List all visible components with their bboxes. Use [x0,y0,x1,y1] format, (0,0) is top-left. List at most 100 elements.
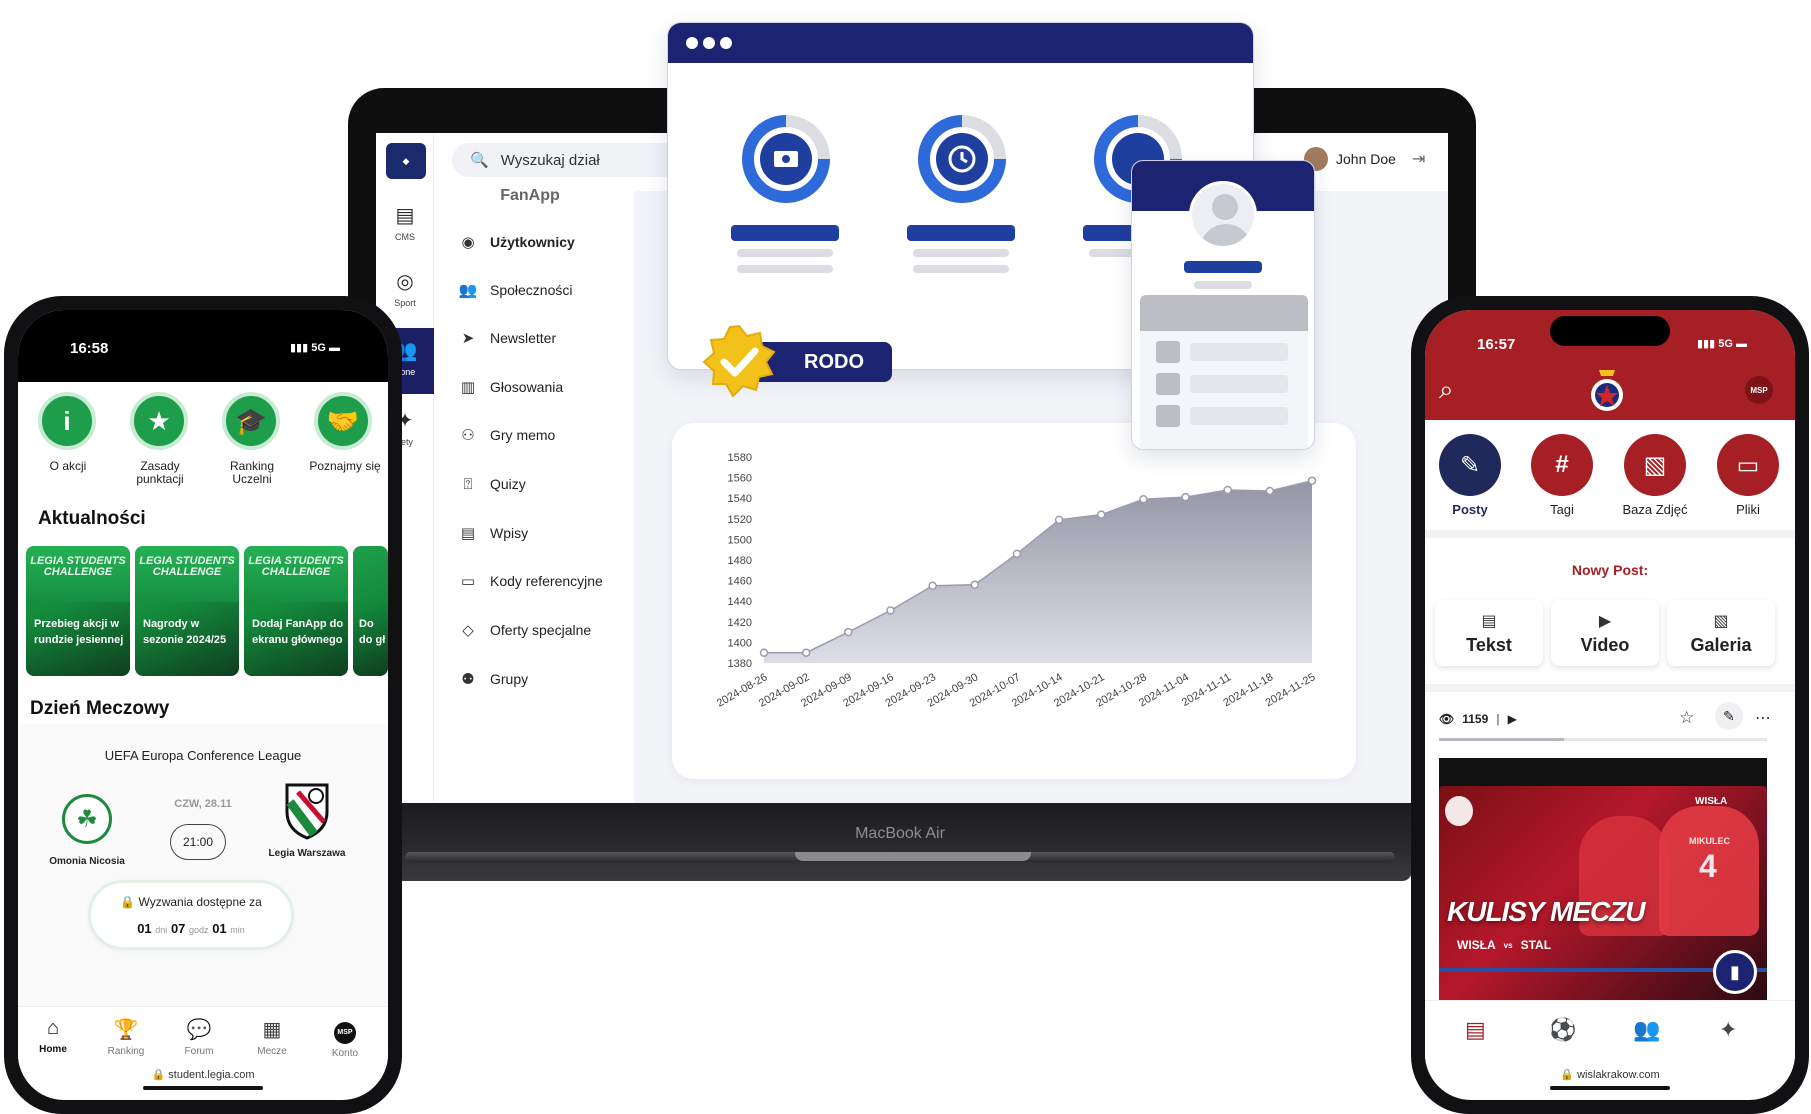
countdown-pill: 🔒 Wyzwania dostępne za 01 dni 07 godz 01… [88,880,294,950]
action-label: Zasady punktacji [136,459,184,486]
news-card[interactable]: LEGIA STUDENTS CHALLENGE Nagrody w sezon… [135,546,239,676]
football-icon[interactable]: ⚽ [1549,1017,1576,1043]
home-icon: ⌂ [46,1017,60,1039]
star-icon[interactable]: ★ [130,392,188,450]
menu-item-kody[interactable]: ▭ Kody referencyjne [458,566,658,596]
edit-icon[interactable]: ✎ [1715,702,1743,730]
y-tick-label: 1440 [728,596,752,608]
gallery-icon: ▧ [1713,612,1729,630]
url-bar[interactable]: 🔒 wislakrakow.com [1425,1068,1795,1081]
url-bar[interactable]: 🔒 student.legia.com [18,1068,388,1081]
nav-forum[interactable]: 💬 Forum [164,1017,234,1057]
lock-icon: 🔒 [1560,1069,1575,1081]
profile-avatar-icon [1189,181,1257,249]
action-label: Baza Zdjęć [1622,502,1688,517]
brain-icon: ⚇ [461,427,475,444]
marketing-composition: ◆ ▤ CMS ◎ Sport 👥 Zone ✦ ilety 🔍 Wyszuka… [0,0,1811,1114]
post-type-video[interactable]: ▶ Video [1551,600,1659,666]
search-icon[interactable]: ⌕ [1439,374,1454,406]
chart-point [801,648,811,657]
chart-point [759,648,769,657]
user-menu[interactable]: John Doe ⇥ [1304,147,1425,171]
posts-icon[interactable]: ▤ [1465,1017,1486,1043]
video-matchup: WISŁA vs STAL [1457,938,1552,952]
nav-ranking[interactable]: 🏆 Ranking [91,1017,161,1057]
y-tick-label: 1480 [728,555,752,567]
divider [1425,684,1795,692]
area-chart: 1380 1400 1420 1440 1460 1480 1500 1520 1540 1560… [715,452,1318,710]
checkmark-seal-icon [702,324,776,398]
status-signal: ▮▮▮ 5G ▬ [290,342,340,354]
avatar[interactable]: MSP [1745,376,1773,404]
omonia-crest-icon: ☘ [62,794,112,844]
menu-item-gry-memo[interactable]: ⚇ Gry memo [458,420,658,450]
logout-icon[interactable]: ⇥ [1412,149,1425,169]
menu-item-newsletter[interactable]: ➤ Newsletter [458,323,658,353]
image-icon[interactable]: ▧ [1624,434,1686,496]
poll-icon: ▥ [460,379,476,396]
wisla-crest-icon [1591,370,1623,411]
window-dot [720,37,732,49]
ticket-icon[interactable]: ✦ [1719,1017,1737,1043]
folder-icon[interactable]: ▭ [1717,434,1779,496]
menu-item-glosowania[interactable]: ▥ Głosowania [458,372,658,402]
news-card[interactable]: Do do gł [353,546,388,676]
rail-item-cms[interactable]: ▤ CMS [376,203,434,242]
chart-point [1265,486,1275,496]
wisla-phone: 16:57 ▮▮▮ 5G ▬ ⌕ MSP ✎ Posty # Tagi ▧ Ba… [1411,296,1809,1114]
window-header [668,23,1253,63]
clock-ring-icon [918,115,1006,203]
hashtag-icon[interactable]: # [1531,434,1593,496]
user-name: John Doe [1336,151,1396,167]
nav-mecze[interactable]: ▦ Mecze [237,1017,307,1057]
info-icon[interactable]: i [38,392,96,450]
legia-phone: 16:58 ▮▮▮ 5G ▬ i O akcji ★ Zasady punkta… [4,296,402,1114]
chart-card: 1380 1400 1420 1440 1460 1480 1500 1520 1540 1560… [672,423,1356,779]
placeholder-line [737,249,833,257]
status-time: 16:57 [1477,336,1516,353]
post-type-galeria[interactable]: ▧ Galeria [1667,600,1775,666]
chart-point [1139,494,1148,504]
menu-item-uzytkownicy[interactable]: ◉ Użytkownicy [458,227,658,257]
menu-title: FanApp [500,187,560,204]
post-add-icon[interactable]: ✎ [1439,434,1501,496]
send-icon: ➤ [461,330,475,347]
users-icon[interactable]: 👥 [1633,1017,1660,1043]
legia-crest-icon [285,783,329,840]
menu-item-grupy[interactable]: ⚉ Grupy [458,664,658,694]
news-card[interactable]: LEGIA STUDENTS CHALLENGE Dodaj FanApp do… [244,546,348,676]
more-icon[interactable]: ⋯ [1755,708,1771,728]
news-card[interactable]: LEGIA STUDENTS CHALLENGE Przebieg akcji … [26,546,130,676]
post-type-tekst[interactable]: ▤ Tekst [1435,600,1543,666]
chat-bubble-icon[interactable]: ▮ [1713,950,1757,994]
club-crest-icon [1445,796,1473,826]
menu-item-spolecznosci[interactable]: 👥 Społeczności [458,275,658,305]
home-indicator [1550,1086,1670,1090]
video-icon: ▶ [1507,712,1517,726]
menu-item-oferty[interactable]: ◇ Oferty specjalne [458,615,658,645]
video-icon: ▶ [1598,612,1612,630]
account-icon: MSP [310,1017,380,1044]
dynamic-island [143,320,263,350]
tag-icon: ◇ [462,622,474,639]
nav-konto[interactable]: MSP Konto [310,1017,380,1059]
status-bar: 16:58 ▮▮▮ 5G ▬ [18,310,388,382]
handshake-icon[interactable]: 🤝 [314,392,372,450]
menu-item-wpisy[interactable]: ▤ Wpisy [458,518,658,548]
club-logo: ◆ [386,143,426,179]
rail-item-sport[interactable]: ◎ Sport [376,269,434,308]
nav-home[interactable]: ⌂ Home [18,1017,88,1055]
y-tick-label: 1500 [728,534,752,546]
countdown-label: 🔒 Wyzwania dostępne za [120,895,262,909]
laptop-base: MacBook Air [388,803,1412,881]
graduation-cap-icon[interactable]: 🎓 [222,392,280,450]
y-tick-label: 1560 [728,473,752,485]
match-section: UEFA Europa Conference League ☘ Omonia N… [18,724,388,1034]
menu-item-quizy[interactable]: ⍰ Quizy [458,469,658,499]
star-icon[interactable]: ☆ [1679,708,1694,728]
chart-point [1096,510,1106,519]
action-label: O akcji [49,459,87,473]
player-figure: MIKULEC 4 [1659,806,1759,936]
chart-point [970,580,980,589]
action-label: Pliki [1736,502,1760,517]
